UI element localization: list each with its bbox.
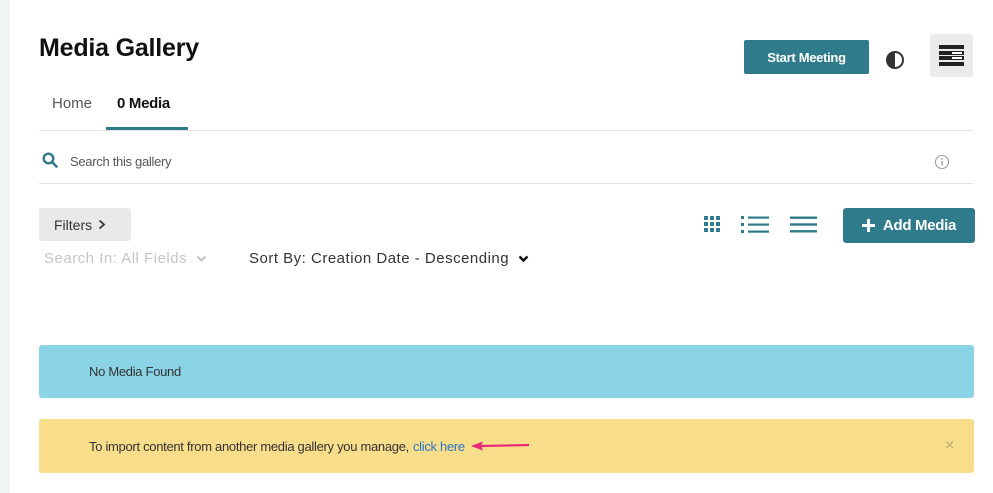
import-text: To import content from another media gal… (89, 438, 409, 454)
search-icon (42, 152, 58, 168)
filters-label: Filters (54, 216, 93, 233)
no-media-text: No Media Found (89, 364, 181, 379)
chevron-down-icon (518, 255, 529, 263)
search-in-label: Search In: All Fields (44, 250, 188, 267)
tabs-divider (39, 130, 973, 131)
chevron-down-icon (196, 255, 207, 263)
close-icon[interactable]: × (945, 437, 954, 455)
search-input[interactable] (70, 150, 890, 172)
chevron-right-icon (99, 219, 106, 230)
sort-by-dropdown[interactable]: Sort By: Creation Date - Descending (249, 250, 529, 267)
grid-view-icon[interactable] (704, 216, 720, 237)
tab-home[interactable]: Home (52, 95, 92, 112)
page-title: Media Gallery (39, 34, 199, 62)
arrow-annotation-icon (470, 441, 529, 451)
start-meeting-button[interactable]: Start Meeting (744, 40, 869, 74)
info-icon[interactable] (934, 154, 950, 170)
import-click-here-link[interactable]: click here (413, 439, 465, 454)
contrast-icon[interactable] (885, 50, 905, 70)
list-view-icon[interactable] (741, 216, 769, 238)
plus-icon (861, 219, 875, 232)
compact-view-icon[interactable] (790, 216, 817, 238)
menu-button[interactable] (930, 34, 973, 77)
no-media-alert: No Media Found (39, 345, 974, 398)
sort-by-label: Sort By: Creation Date - Descending (249, 250, 510, 267)
add-media-label: Add Media (882, 217, 957, 234)
add-media-button[interactable]: Add Media (843, 208, 975, 243)
filters-button[interactable]: Filters (39, 208, 131, 241)
search-in-dropdown[interactable]: Search In: All Fields (44, 250, 207, 267)
tab-media[interactable]: 0 Media (117, 95, 170, 112)
search-divider (39, 183, 973, 184)
import-content-alert: To import content from another media gal… (39, 419, 974, 473)
menu-icon (939, 45, 964, 66)
